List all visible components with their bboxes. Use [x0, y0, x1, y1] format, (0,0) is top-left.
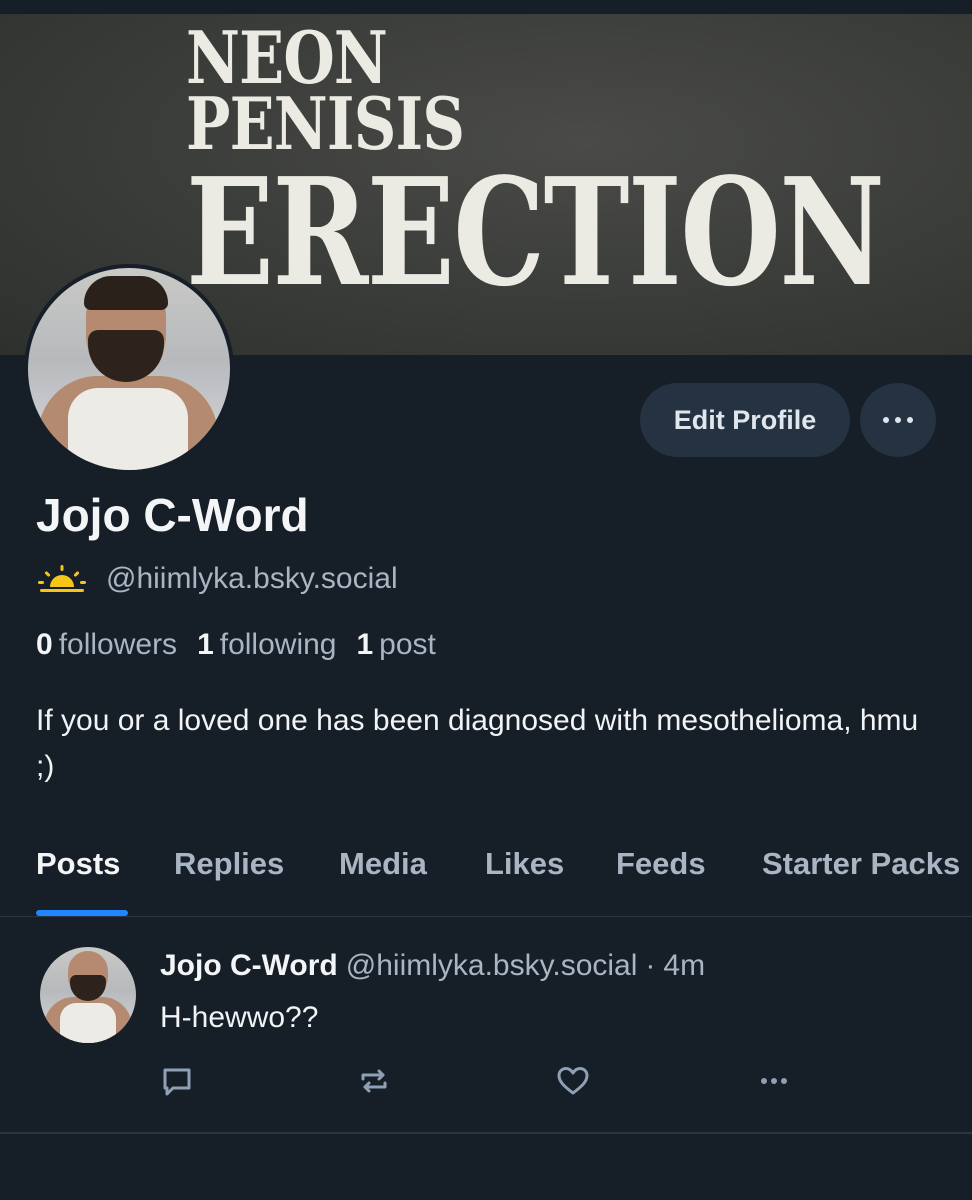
post-author-avatar[interactable]: [40, 947, 136, 1043]
profile-stats: 0 followers 1 following 1 post: [36, 628, 436, 662]
tab-replies[interactable]: Replies: [174, 846, 284, 882]
tab-media[interactable]: Media: [339, 846, 427, 882]
post-more-button[interactable]: [754, 1061, 794, 1101]
post-timestamp[interactable]: 4m: [663, 949, 705, 982]
profile-more-button[interactable]: [860, 383, 936, 457]
followers-stat[interactable]: 0 followers: [36, 628, 177, 662]
active-tab-indicator: [36, 910, 128, 916]
tab-feeds[interactable]: Feeds: [616, 846, 706, 882]
handle-row: @hiimlyka.bsky.social: [38, 562, 398, 596]
reply-button[interactable]: [157, 1061, 197, 1101]
tab-posts[interactable]: Posts: [36, 846, 120, 882]
post-text: H-hewwo??: [160, 1001, 319, 1034]
edit-profile-button[interactable]: Edit Profile: [640, 383, 850, 457]
following-stat[interactable]: 1 following: [197, 628, 336, 662]
banner-line-3: ERECTION: [186, 145, 885, 319]
reply-icon: [163, 1068, 191, 1096]
more-icon: [761, 1078, 787, 1084]
profile-bio: If you or a loved one has been diagnosed…: [36, 704, 919, 783]
like-button[interactable]: [553, 1061, 593, 1101]
post-item[interactable]: Jojo C-Word @hiimlyka.bsky.social · 4m H-he…: [0, 917, 972, 1134]
banner-text: NEON PENISIS ERECTION: [186, 22, 972, 319]
avatar-photo: [28, 268, 230, 470]
profile-tabs: Posts Replies Media Likes Feeds Starter …: [0, 840, 972, 917]
sunrise-icon: [38, 565, 86, 592]
like-icon: [557, 1067, 589, 1095]
ellipsis-icon: [883, 417, 913, 423]
posts-stat: 1 post: [356, 628, 436, 661]
profile-avatar[interactable]: [24, 264, 234, 474]
post-author-handle[interactable]: @hiimlyka.bsky.social: [346, 949, 638, 982]
tab-likes[interactable]: Likes: [485, 846, 564, 882]
tab-starter-packs[interactable]: Starter Packs: [762, 846, 960, 882]
repost-button[interactable]: [354, 1061, 394, 1101]
post-header: Jojo C-Word @hiimlyka.bsky.social · 4m: [160, 949, 705, 983]
repost-icon: [361, 1069, 387, 1093]
post-author-name[interactable]: Jojo C-Word: [160, 949, 338, 982]
top-strip: [0, 0, 972, 14]
profile-handle: @hiimlyka.bsky.social: [106, 562, 398, 595]
display-name: Jojo C-Word: [36, 489, 309, 541]
post-separator: ·: [645, 949, 656, 982]
